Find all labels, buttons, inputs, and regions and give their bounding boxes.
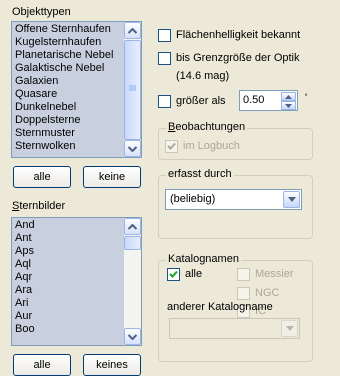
scroll-down-button[interactable] xyxy=(124,140,141,157)
observations-title-rest: eobachtungen xyxy=(175,121,246,133)
star-images-scrollbar[interactable] xyxy=(124,218,141,345)
chevron-down-icon xyxy=(128,333,137,340)
in-log-checkbox[interactable] xyxy=(165,140,178,153)
limit-magnitude-checkbox[interactable] xyxy=(158,52,171,65)
list-item[interactable]: Quasare xyxy=(12,88,123,101)
other-catalog-select[interactable] xyxy=(169,318,300,339)
object-types-list[interactable]: Offene Sternhaufen Kugelsternhaufen Planet… xyxy=(11,21,142,158)
chevron-down-icon xyxy=(128,145,137,152)
dropdown-button[interactable] xyxy=(281,320,298,337)
other-catalog-label: anderer Katalogname xyxy=(167,301,273,313)
catalog-all-label: alle xyxy=(185,268,203,280)
messier-checkbox[interactable] xyxy=(237,268,250,281)
greater-than-checkbox[interactable] xyxy=(158,95,171,108)
list-item[interactable]: Offene Sternhaufen xyxy=(12,23,123,36)
chevron-down-icon xyxy=(285,103,292,108)
scroll-thumb[interactable] xyxy=(124,40,141,140)
scroll-up-button[interactable] xyxy=(124,22,141,39)
list-item[interactable]: Galaxien xyxy=(12,75,123,88)
recorded-by-select[interactable]: (beliebig) xyxy=(165,189,302,210)
grip-icon xyxy=(129,85,136,91)
ngc-checkbox[interactable] xyxy=(237,287,250,300)
spinner-up-button[interactable] xyxy=(281,92,296,101)
list-item[interactable]: Aps xyxy=(12,245,123,258)
chevron-down-icon xyxy=(285,326,294,331)
list-item[interactable]: Ara xyxy=(12,284,123,297)
object-types-all-button[interactable]: alle xyxy=(13,166,71,188)
scroll-down-button[interactable] xyxy=(124,328,141,345)
star-images-all-button[interactable]: alle xyxy=(13,354,71,376)
chevron-up-icon xyxy=(285,94,292,99)
dropdown-button[interactable] xyxy=(283,191,300,208)
list-item[interactable]: Aur xyxy=(12,310,123,323)
observations-title: Beobachtungen xyxy=(166,121,248,133)
list-item[interactable]: And xyxy=(12,219,123,232)
greater-than-value[interactable]: 0.50 xyxy=(243,94,264,106)
star-images-heading-rest: ternbilder xyxy=(19,200,66,212)
checkmark-icon xyxy=(169,270,178,278)
list-item[interactable]: Sternmuster xyxy=(12,127,123,140)
list-item[interactable]: Doppelsterne xyxy=(12,114,123,127)
chevron-down-icon xyxy=(287,197,296,202)
greater-than-label: größer als xyxy=(176,95,226,107)
list-item[interactable]: Ant xyxy=(12,232,123,245)
limit-magnitude-label: bis Grenzgröße der Optik xyxy=(176,52,300,64)
list-item[interactable]: Sternwolken xyxy=(12,140,123,153)
list-item[interactable]: Planetarische Nebel xyxy=(12,49,123,62)
scroll-thumb[interactable] xyxy=(124,236,141,250)
list-item[interactable]: Boo xyxy=(12,323,123,336)
list-item[interactable]: Galaktische Nebel xyxy=(12,62,123,75)
in-log-label: im Logbuch xyxy=(183,140,240,152)
recorded-by-value: (beliebig) xyxy=(170,193,216,205)
surface-brightness-checkbox[interactable] xyxy=(158,29,171,42)
object-types-heading: Objekttypen xyxy=(12,6,71,18)
object-types-scrollbar[interactable] xyxy=(124,22,141,157)
list-item[interactable]: Aql xyxy=(12,258,123,271)
star-images-heading: Sternbilder xyxy=(12,200,66,212)
surface-brightness-label: Flächenhelligkeit bekannt xyxy=(176,29,301,41)
list-item[interactable]: Kugelsternhaufen xyxy=(12,36,123,49)
object-types-none-button[interactable]: keine xyxy=(83,166,141,188)
ngc-label: NGC xyxy=(255,287,280,299)
star-images-list[interactable]: And Ant Aps Aql Aqr Ara Ari Aur Boo xyxy=(11,217,142,346)
list-item[interactable]: Aqr xyxy=(12,271,123,284)
messier-label: Messier xyxy=(255,268,294,280)
catalog-all-checkbox[interactable] xyxy=(167,268,180,281)
checkmark-icon xyxy=(167,142,176,150)
chevron-up-icon xyxy=(128,223,137,230)
catalog-names-title: Katalognamen xyxy=(166,253,241,265)
list-item[interactable]: Dunkelnebel xyxy=(12,101,123,114)
list-item[interactable]: Ari xyxy=(12,297,123,310)
chevron-up-icon xyxy=(128,27,137,34)
limit-magnitude-value: (14.6 mag) xyxy=(176,70,230,82)
recorded-by-title: erfasst durch xyxy=(166,168,234,180)
spinner-down-button[interactable] xyxy=(281,101,296,110)
unit-mark: ' xyxy=(305,92,308,104)
scroll-up-button[interactable] xyxy=(124,218,141,235)
star-images-none-button[interactable]: keines xyxy=(83,354,141,376)
greater-than-spinner[interactable]: 0.50 xyxy=(239,90,298,111)
